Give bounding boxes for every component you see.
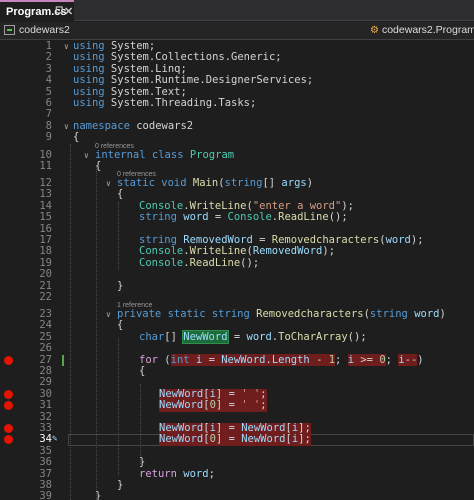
- code-text: internal class Program: [95, 149, 235, 161]
- line-number: 15: [39, 211, 52, 224]
- breakpoint-icon[interactable]: [4, 424, 13, 433]
- code-line[interactable]: 9 {: [0, 131, 474, 144]
- project-dropdown[interactable]: codewars2: [4, 24, 70, 36]
- code-line[interactable]: 39 }: [0, 490, 474, 500]
- code-line[interactable]: 36 }: [0, 456, 474, 469]
- collapse-icon[interactable]: ∨: [106, 178, 111, 189]
- close-icon[interactable]: ✕: [64, 5, 73, 18]
- code-text: using System.Runtime.DesignerServices;: [73, 74, 314, 87]
- code-text: for (int i = NewWord.Length - 1; i >= 0;…: [139, 353, 424, 366]
- code-text: {: [95, 160, 102, 173]
- line-number: 39: [39, 490, 52, 500]
- code-line[interactable]: 12 ∨ static void Main(string[] args): [0, 177, 474, 189]
- line-number: 11: [39, 160, 52, 173]
- code-line[interactable]: 2 using System.Collections.Generic;: [0, 51, 474, 63]
- code-text: Console.ReadLine();: [139, 256, 260, 269]
- code-line[interactable]: 22: [0, 291, 474, 303]
- change-marker: [62, 354, 64, 366]
- code-line[interactable]: 11 {: [0, 160, 474, 173]
- breakpoint-icon[interactable]: [4, 435, 13, 445]
- code-text: }: [95, 490, 102, 500]
- collapse-icon[interactable]: ∨: [106, 309, 111, 320]
- project-name: codewars2: [19, 24, 70, 36]
- line-number: 26: [39, 342, 52, 355]
- code-line[interactable]: 15 string word = Console.ReadLine();: [0, 211, 474, 224]
- code-text: }: [117, 479, 124, 491]
- code-text: NewWord[0] = NewWord[i];: [159, 433, 311, 446]
- navigation-bar: codewars2 ⚙ codewars2.Program: [0, 22, 474, 40]
- code-text: static void Main(string[] args): [117, 177, 314, 189]
- code-text: private static string Removedcharacters(…: [117, 308, 446, 320]
- line-number: 4: [45, 74, 52, 87]
- line-number: 9: [45, 131, 52, 144]
- code-text: using System.Threading.Tasks;: [73, 97, 257, 109]
- code-line[interactable]: 27 for (int i = NewWord.Length - 1; i >=…: [0, 353, 474, 366]
- code-text: namespace codewars2: [73, 119, 194, 132]
- code-text: return word;: [139, 467, 215, 480]
- code-text: string word = Console.ReadLine();: [139, 211, 348, 224]
- line-number: 36: [39, 456, 52, 469]
- breakpoint-icon[interactable]: [4, 401, 13, 411]
- type-dropdown[interactable]: ⚙ codewars2.Program: [370, 24, 474, 36]
- tab-program-cs[interactable]: Program.cs ⊡ ✕: [0, 0, 74, 21]
- line-number: 22: [39, 291, 52, 303]
- code-text: {: [117, 188, 124, 201]
- code-line[interactable]: 28 {: [0, 365, 474, 377]
- quick-actions-icon[interactable]: ✎: [52, 434, 57, 444]
- code-line[interactable]: 38 }: [0, 479, 474, 491]
- pin-icon[interactable]: ⊡: [55, 5, 63, 16]
- code-line[interactable]: 23 ∨ private static string Removedcharac…: [0, 308, 474, 320]
- code-line[interactable]: 35: [0, 445, 474, 457]
- class-icon: ⚙: [370, 24, 379, 36]
- csharp-project-icon: [4, 25, 15, 35]
- code-text: }: [117, 279, 124, 292]
- code-text: {: [73, 131, 80, 144]
- code-line[interactable]: 19 Console.ReadLine();: [0, 256, 474, 269]
- line-number: 31: [39, 399, 52, 412]
- code-line[interactable]: 21 }: [0, 279, 474, 292]
- code-text: NewWord[0] = ' ';: [159, 399, 267, 412]
- code-line[interactable]: 20: [0, 268, 474, 281]
- code-line[interactable]: 4 using System.Runtime.DesignerServices;: [0, 74, 474, 87]
- code-line[interactable]: 8 ∨ namespace codewars2: [0, 119, 474, 132]
- line-number: 20: [39, 268, 52, 281]
- tab-bar: Program.cs ⊡ ✕: [0, 0, 474, 21]
- code-line[interactable]: 31 NewWord[0] = ' ';: [0, 399, 474, 412]
- breakpoint-icon[interactable]: [4, 355, 13, 365]
- code-line[interactable]: 10 ∨ internal class Program: [0, 149, 474, 161]
- collapse-icon[interactable]: ∨: [84, 150, 89, 161]
- code-line[interactable]: 6 using System.Threading.Tasks;: [0, 97, 474, 109]
- code-text: {: [139, 365, 146, 377]
- code-text: {: [117, 319, 124, 332]
- collapse-icon[interactable]: ∨: [64, 121, 69, 132]
- code-line[interactable]: 7: [0, 108, 474, 120]
- code-line[interactable]: 25 char[] NewWord = word.ToCharArray();: [0, 329, 474, 344]
- code-editor[interactable]: 1 ∨ using System; 2 using System.Collect…: [0, 40, 474, 500]
- code-text: char[] NewWord = word.ToCharArray();: [139, 329, 367, 344]
- collapse-icon[interactable]: ∨: [64, 41, 69, 52]
- code-line[interactable]: 34 ✎ NewWord[0] = NewWord[i];: [0, 433, 474, 446]
- code-line[interactable]: 37 return word;: [0, 467, 474, 480]
- type-name: codewars2.Program: [381, 24, 474, 36]
- breakpoint-icon[interactable]: [4, 389, 13, 399]
